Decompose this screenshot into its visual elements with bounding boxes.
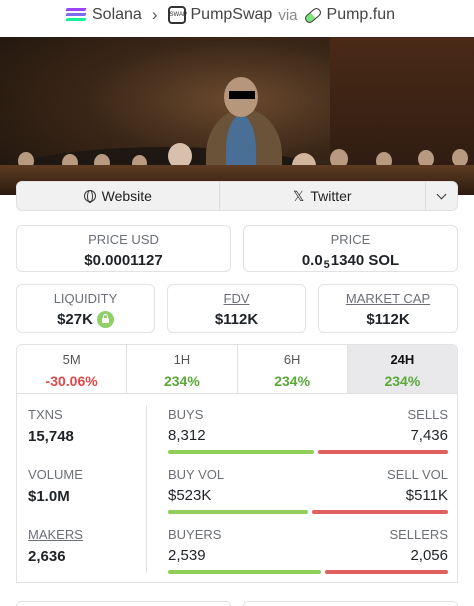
liquidity-card: LIQUIDITY $27K	[16, 284, 155, 333]
sells-value: 7,436	[410, 427, 448, 444]
buy-bar-segment	[168, 570, 321, 574]
volume-stat: VOLUME $1.0M	[28, 467, 83, 505]
fdv-label[interactable]: FDV	[168, 291, 305, 306]
price-sol-card: PRICE 0.0 5 1340 SOL	[243, 225, 458, 272]
price-usd-value: $0.0001127	[84, 252, 163, 269]
website-button[interactable]: Website	[17, 182, 220, 210]
chevron-right-icon: ›	[151, 5, 158, 24]
buy-vol-label: BUY VOL	[168, 467, 225, 482]
makers-label[interactable]: MAKERS	[28, 527, 83, 542]
buys-label: BUYS	[168, 407, 204, 422]
tab-label: 6H	[283, 352, 301, 367]
x-logo-icon: 𝕏	[293, 187, 305, 204]
sell-vol-value: $511K	[405, 487, 448, 504]
buys-value: 8,312	[168, 427, 206, 444]
sell-bar-segment	[311, 510, 448, 514]
market-cap-label[interactable]: MARKET CAP	[319, 291, 457, 306]
buyers-sellers-stat: BUYERS SELLERS 2,539 2,056	[168, 527, 448, 574]
tab-label: 5M	[62, 352, 81, 367]
breadcrumb: Solana › SWAP PumpSwap via Pump.fun	[0, 0, 474, 30]
tab-change: 234%	[274, 373, 311, 389]
chevron-down-icon	[436, 189, 447, 199]
price-sol-label: PRICE	[330, 232, 371, 247]
price-usd-label: PRICE USD	[88, 232, 159, 247]
next-card-edge	[16, 601, 231, 606]
fdv-card: FDV $112K	[167, 284, 306, 333]
buy-bar-segment	[168, 510, 308, 514]
volume-value: $1.0M	[28, 488, 70, 505]
sells-label: SELLS	[407, 407, 448, 422]
sell-bar-segment	[317, 450, 448, 454]
transaction-stats-panel: TXNS 15,748 VOLUME $1.0M MAKERS 2,636 BU…	[16, 393, 458, 583]
globe-icon	[83, 190, 96, 203]
volume-split-stat: BUY VOL SELL VOL $523K $511K	[168, 467, 448, 514]
solana-logo-icon	[65, 8, 87, 22]
txns-value: 15,748	[28, 428, 74, 445]
tab-change: -30.06%	[45, 373, 98, 389]
timeframe-tabs: 5M -30.06% 1H 234% 6H 234% 24H 234%	[16, 344, 458, 394]
more-links-dropdown[interactable]	[426, 182, 457, 210]
buyers-ratio-bar	[168, 570, 448, 574]
pumpfun-pill-icon	[302, 5, 323, 25]
website-label: Website	[101, 188, 152, 204]
sellers-value: 2,056	[410, 547, 448, 564]
market-cap-card: MARKET CAP $112K	[318, 284, 458, 333]
volume-ratio-bar	[168, 510, 448, 514]
makers-stat[interactable]: MAKERS 2,636	[28, 527, 83, 565]
liquidity-value: $27K	[57, 311, 93, 328]
tab-5m[interactable]: 5M -30.06%	[17, 345, 128, 393]
tab-change: 234%	[163, 373, 200, 389]
breadcrumb-dex[interactable]: PumpSwap	[191, 6, 273, 24]
txns-stat: TXNS 15,748	[28, 407, 74, 445]
sellers-label: SELLERS	[389, 527, 448, 542]
twitter-button[interactable]: 𝕏 Twitter	[220, 182, 427, 210]
breadcrumb-chain[interactable]: Solana	[92, 6, 142, 24]
fdv-value: $112K	[214, 311, 259, 328]
buys-sells-ratio-bar	[168, 450, 448, 454]
tab-change: 234%	[384, 373, 421, 389]
breadcrumb-via: via	[278, 6, 298, 24]
liquidity-label: LIQUIDITY	[53, 291, 118, 306]
txns-label: TXNS	[28, 407, 63, 422]
buys-sells-stat: BUYS SELLS 8,312 7,436	[168, 407, 448, 454]
buy-vol-value: $523K	[168, 487, 212, 504]
divider	[146, 405, 147, 573]
buyers-label: BUYERS	[168, 527, 222, 542]
breadcrumb-launchpad[interactable]: Pump.fun	[327, 6, 395, 24]
tab-6h[interactable]: 6H 234%	[238, 345, 348, 393]
tab-label: 1H	[173, 352, 191, 367]
sell-vol-label: SELL VOL	[387, 467, 448, 482]
volume-label: VOLUME	[28, 467, 83, 482]
buyers-value: 2,539	[168, 547, 206, 564]
market-cap-value: $112K	[366, 311, 410, 328]
price-sol-value: 0.0 5 1340 SOL	[301, 252, 400, 271]
lock-icon[interactable]	[96, 311, 114, 328]
twitter-label: Twitter	[310, 188, 352, 204]
social-links-bar: Website 𝕏 Twitter	[16, 181, 458, 211]
tab-label: 24H	[390, 352, 415, 367]
liquidity-value-row: $27K	[17, 311, 154, 328]
tab-24h[interactable]: 24H 234%	[347, 345, 457, 393]
tab-1h[interactable]: 1H 234%	[127, 345, 238, 393]
token-banner-image	[0, 37, 474, 195]
pumpswap-logo-icon: SWAP	[167, 6, 187, 24]
next-card-edge	[243, 601, 458, 606]
buy-bar-segment	[168, 450, 314, 454]
price-usd-card: PRICE USD $0.0001127	[16, 225, 231, 272]
sell-bar-segment	[324, 570, 448, 574]
makers-value: 2,636	[28, 548, 66, 565]
